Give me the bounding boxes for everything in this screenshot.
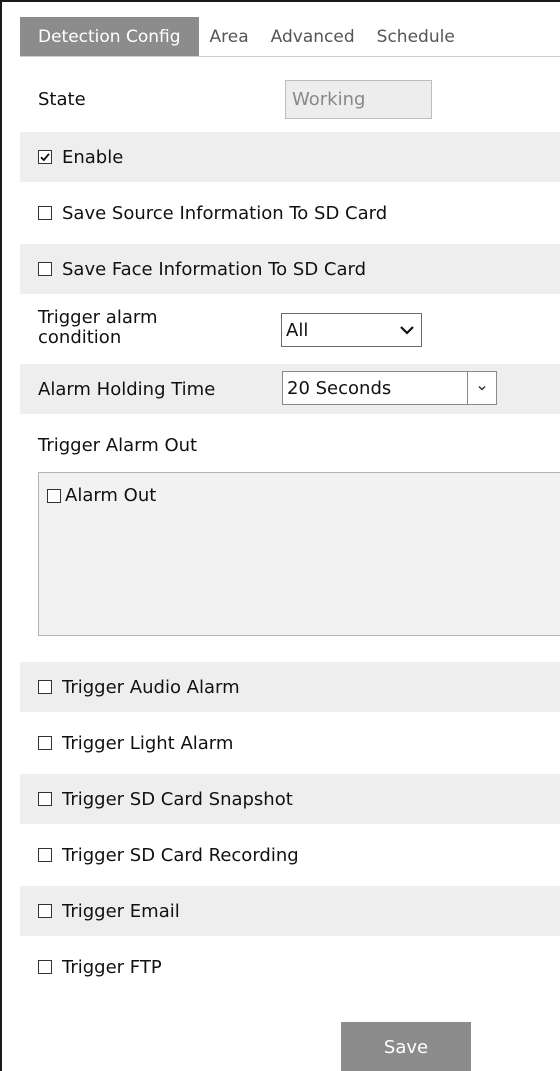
save-face-label: Save Face Information To SD Card xyxy=(62,258,367,280)
save-source-checkbox[interactable] xyxy=(38,206,52,220)
trigger-snapshot-checkbox[interactable] xyxy=(38,792,52,806)
trigger-ftp-checkbox[interactable] xyxy=(38,960,52,974)
trigger-snapshot-label: Trigger SD Card Snapshot xyxy=(62,788,293,810)
trigger-condition-label-line2: condition xyxy=(38,327,122,348)
enable-row: Enable xyxy=(20,132,560,182)
checkmark-icon xyxy=(40,153,50,162)
trigger-condition-label-line1: Trigger alarm xyxy=(38,307,158,328)
trigger-audio-label: Trigger Audio Alarm xyxy=(62,676,240,698)
trigger-condition-value: All xyxy=(286,319,309,341)
trigger-light-label: Trigger Light Alarm xyxy=(62,732,234,754)
trigger-light-checkbox[interactable] xyxy=(38,736,52,750)
tab-bar: Detection Config Area Advanced Schedule xyxy=(20,17,560,56)
tab-advanced[interactable]: Advanced xyxy=(260,17,366,56)
state-label: State xyxy=(38,89,86,110)
save-button[interactable]: Save xyxy=(341,1022,471,1071)
holding-time-label: Alarm Holding Time xyxy=(38,378,216,400)
trigger-recording-row: Trigger SD Card Recording xyxy=(20,830,560,880)
trigger-ftp-row: Trigger FTP xyxy=(20,942,560,992)
enable-checkbox[interactable] xyxy=(38,150,52,164)
trigger-email-row: Trigger Email xyxy=(20,886,560,936)
trigger-ftp-label: Trigger FTP xyxy=(62,956,162,978)
detection-config-panel: Detection Config Area Advanced Schedule … xyxy=(0,0,560,1071)
holding-time-select[interactable]: 20 Seconds xyxy=(282,371,497,405)
trigger-alarm-out-row: Trigger Alarm Out xyxy=(20,420,560,470)
enable-label: Enable xyxy=(62,146,124,168)
save-source-label: Save Source Information To SD Card xyxy=(62,202,388,224)
trigger-recording-label: Trigger SD Card Recording xyxy=(62,844,299,866)
chevron-down-icon xyxy=(467,371,496,405)
alarm-out-checkbox[interactable] xyxy=(47,488,61,503)
alarm-out-list: Alarm Out xyxy=(38,472,560,636)
trigger-email-label: Trigger Email xyxy=(62,900,180,922)
save-face-checkbox[interactable] xyxy=(38,262,52,276)
trigger-condition-select[interactable]: All xyxy=(281,313,422,347)
trigger-email-checkbox[interactable] xyxy=(38,904,52,918)
tab-detection-config[interactable]: Detection Config xyxy=(20,17,199,56)
tab-divider xyxy=(20,56,560,57)
tab-schedule[interactable]: Schedule xyxy=(366,17,466,56)
chevron-down-icon xyxy=(399,322,415,338)
trigger-alarm-out-label: Trigger Alarm Out xyxy=(38,434,198,456)
alarm-out-label: Alarm Out xyxy=(65,485,157,506)
save-face-row: Save Face Information To SD Card xyxy=(20,244,560,294)
alarm-out-item: Alarm Out xyxy=(47,485,156,506)
save-source-row: Save Source Information To SD Card xyxy=(20,188,560,238)
trigger-light-row: Trigger Light Alarm xyxy=(20,718,560,768)
tab-area[interactable]: Area xyxy=(199,17,260,56)
trigger-recording-checkbox[interactable] xyxy=(38,848,52,862)
holding-time-value: 20 Seconds xyxy=(287,377,392,399)
trigger-snapshot-row: Trigger SD Card Snapshot xyxy=(20,774,560,824)
trigger-audio-row: Trigger Audio Alarm xyxy=(20,662,560,712)
trigger-audio-checkbox[interactable] xyxy=(38,680,52,694)
state-field: Working xyxy=(285,80,432,119)
